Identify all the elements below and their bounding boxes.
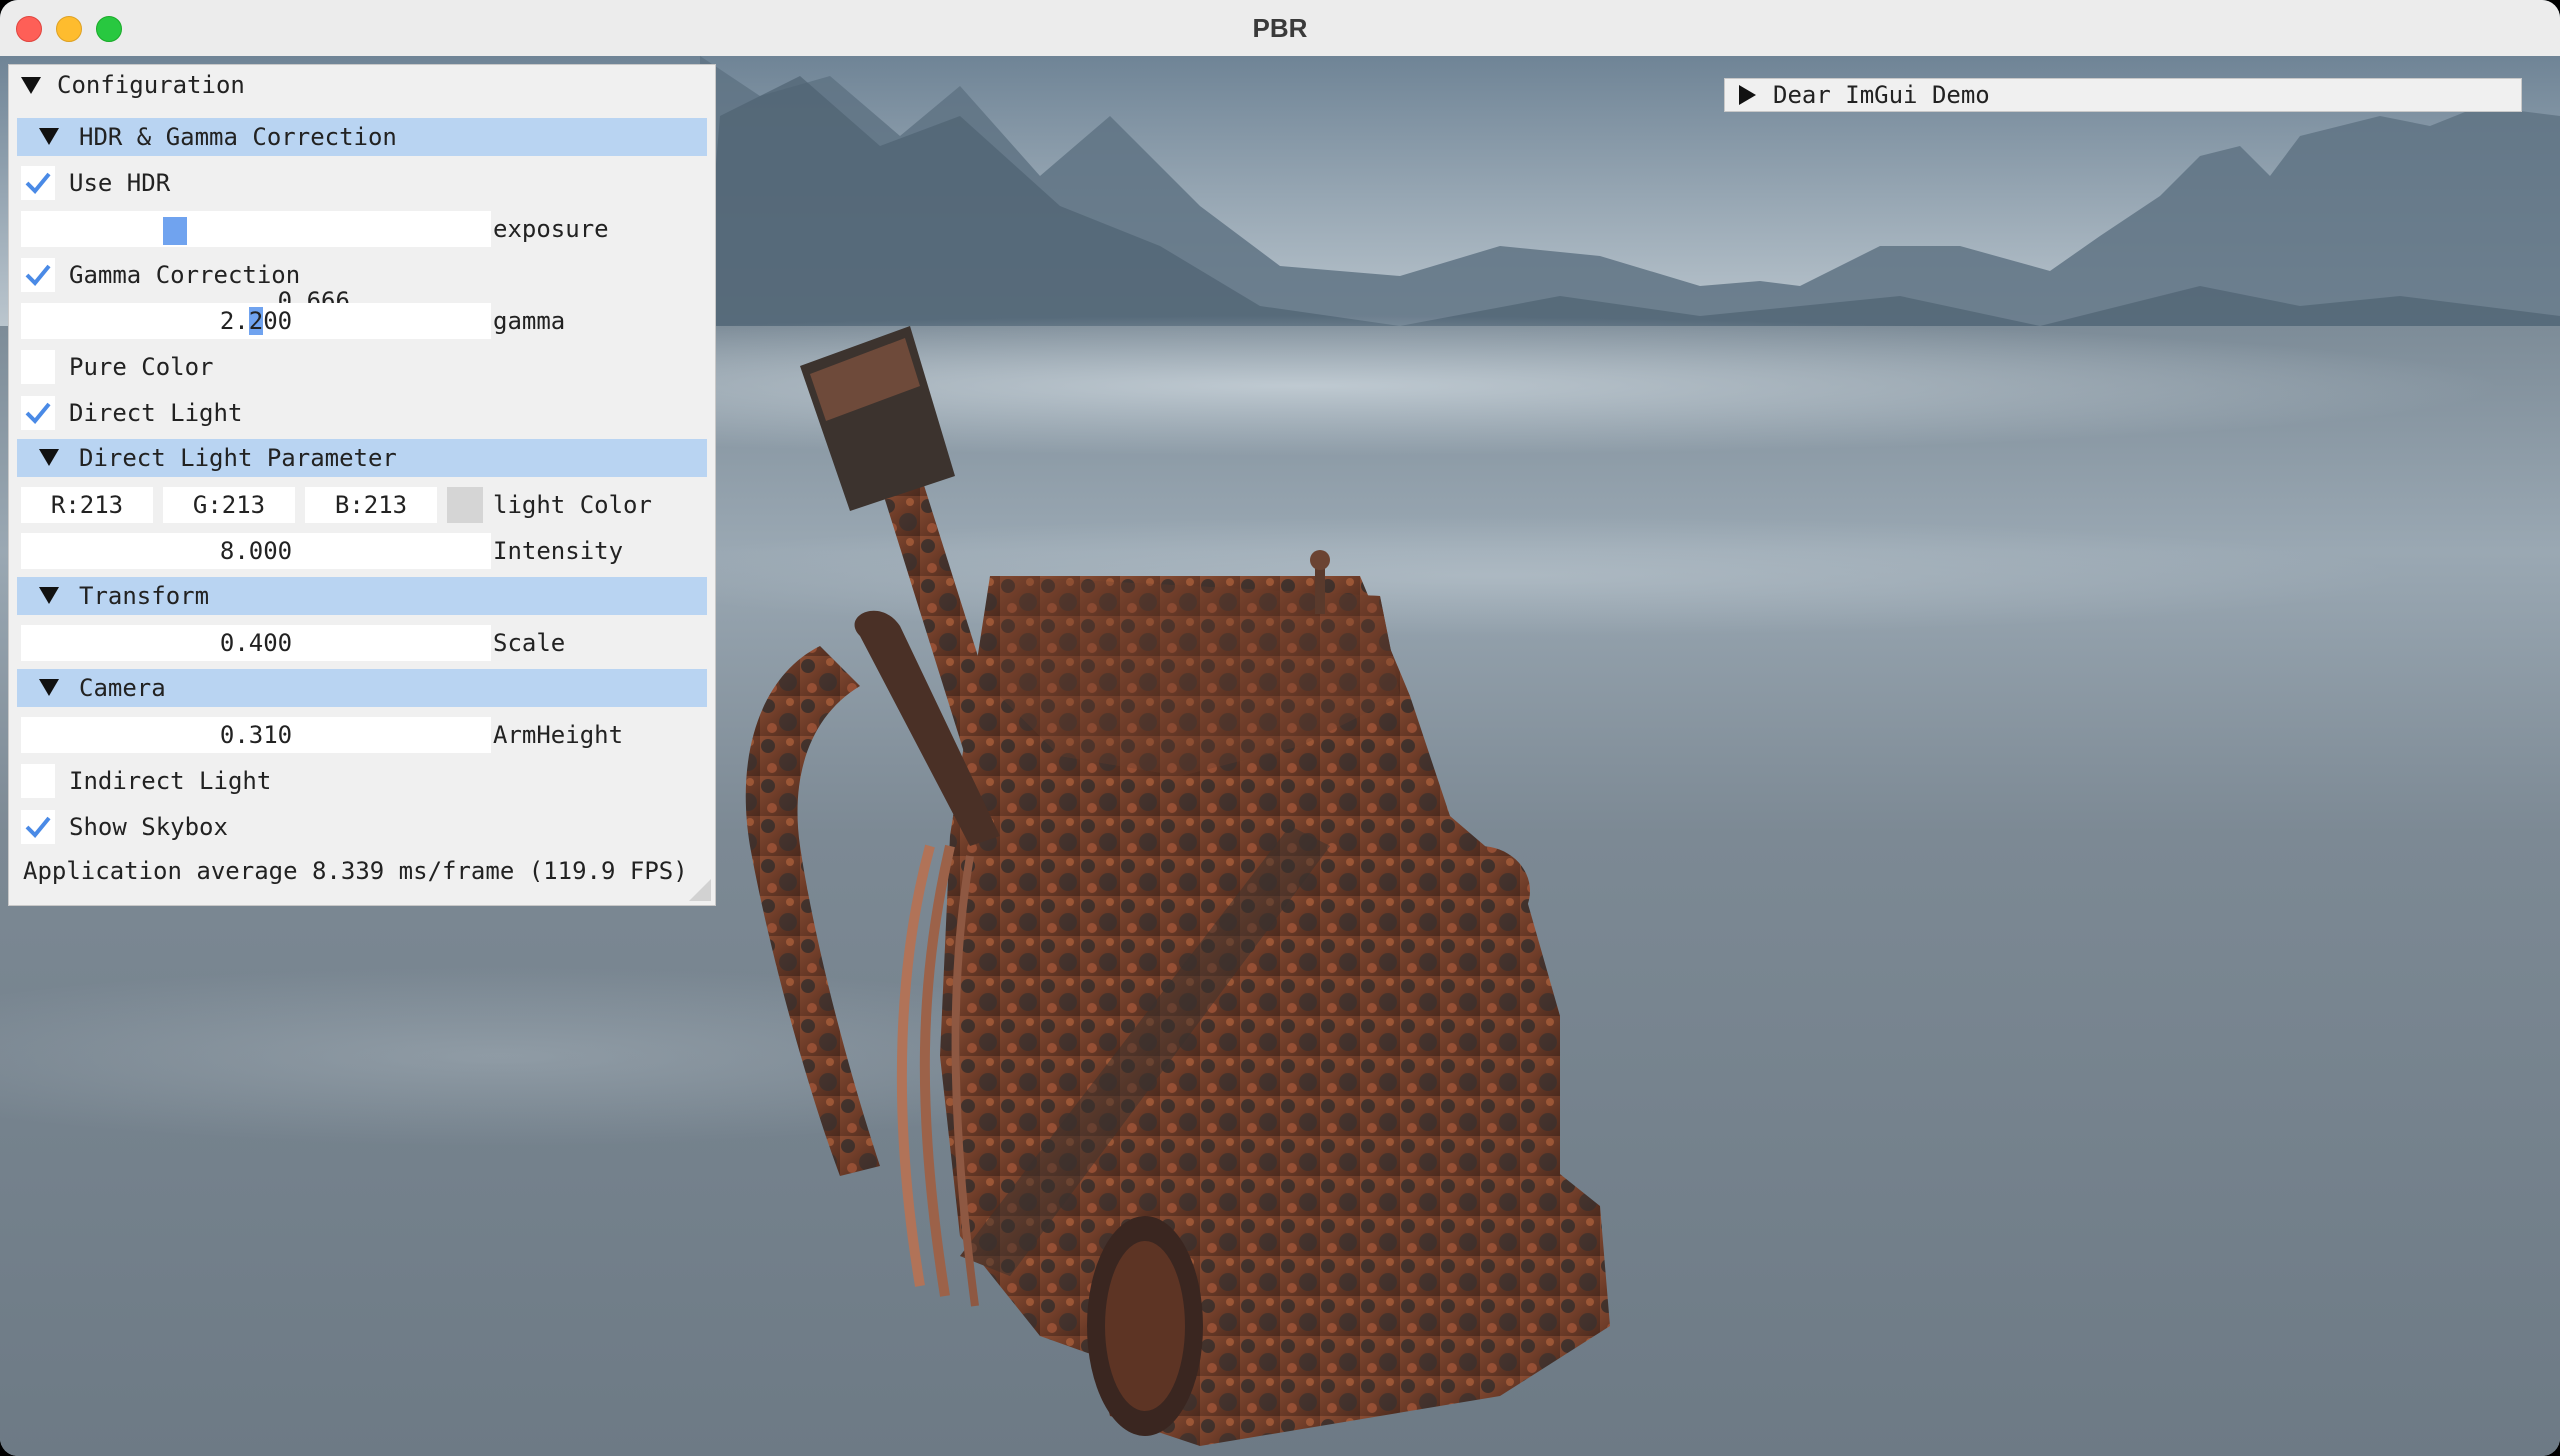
- light-color-swatch[interactable]: [447, 487, 483, 523]
- light-color-r-input[interactable]: R:213: [21, 487, 153, 523]
- use-hdr-checkbox[interactable]: [21, 166, 55, 200]
- direct-light-row[interactable]: Direct Light: [9, 393, 717, 433]
- window-title: PBR: [1252, 13, 1308, 43]
- light-color-g-input[interactable]: G:213: [163, 487, 295, 523]
- section-hdr-gamma-label: HDR & Gamma Correction: [79, 123, 397, 151]
- section-direct-light-parameter-label: Direct Light Parameter: [79, 444, 397, 472]
- section-hdr-gamma[interactable]: HDR & Gamma Correction: [17, 118, 707, 156]
- configuration-titlebar[interactable]: Configuration: [9, 65, 717, 105]
- gamma-text-selection: 2: [248, 307, 264, 335]
- indirect-light-label: Indirect Light: [69, 767, 272, 795]
- use-hdr-label: Use HDR: [69, 169, 171, 197]
- pure-color-label: Pure Color: [69, 353, 214, 381]
- collapse-arrow-icon[interactable]: [39, 587, 59, 604]
- section-transform-label: Transform: [79, 582, 210, 610]
- arm-height-row: 0.310 ArmHeight: [9, 715, 717, 755]
- section-direct-light-parameter[interactable]: Direct Light Parameter: [17, 439, 707, 477]
- checkmark-icon: [25, 172, 51, 194]
- scale-input[interactable]: 0.400: [21, 625, 491, 661]
- gamma-row: 2.200 gamma: [9, 301, 717, 341]
- exposure-slider[interactable]: 0.666: [21, 211, 491, 315]
- collapse-arrow-icon[interactable]: [39, 449, 59, 466]
- fps-readout: Application average 8.339 ms/frame (119.…: [23, 857, 688, 885]
- scale-row: 0.400 Scale: [9, 623, 717, 663]
- light-color-b-input[interactable]: B:213: [305, 487, 437, 523]
- title-bar: PBR: [0, 0, 2560, 57]
- resize-grip[interactable]: [689, 879, 711, 901]
- gamma-correction-label: Gamma Correction: [69, 261, 301, 289]
- light-color-row: R:213 G:213 B:213 light Color: [9, 485, 717, 525]
- arm-height-label: ArmHeight: [493, 721, 624, 749]
- exposure-slider-grab[interactable]: [163, 217, 187, 245]
- direct-light-checkbox[interactable]: [21, 396, 55, 430]
- pure-color-checkbox[interactable]: [21, 350, 55, 384]
- intensity-input[interactable]: 8.000: [21, 533, 491, 569]
- section-transform[interactable]: Transform: [17, 577, 707, 615]
- exposure-row: 0.666 exposure: [9, 209, 717, 315]
- gamma-value-prefix: 2.: [219, 307, 249, 335]
- checkmark-icon: [25, 402, 51, 424]
- exposure-label: exposure: [493, 215, 609, 243]
- expand-arrow-icon[interactable]: [1739, 85, 1756, 105]
- collapse-arrow-icon[interactable]: [39, 128, 59, 145]
- gamma-input[interactable]: 2.200: [21, 303, 491, 339]
- checkmark-icon: [25, 264, 51, 286]
- collapse-arrow-icon[interactable]: [21, 77, 41, 94]
- indirect-light-row[interactable]: Indirect Light: [9, 761, 717, 801]
- collapse-arrow-icon[interactable]: [39, 679, 59, 696]
- gamma-correction-checkbox[interactable]: [21, 258, 55, 292]
- intensity-row: 8.000 Intensity: [9, 531, 717, 571]
- gamma-value-suffix: 00: [263, 307, 293, 335]
- app-window: PBR Configuration HDR & Gamma Correction…: [0, 0, 2560, 1456]
- configuration-window[interactable]: Configuration HDR & Gamma Correction Use…: [8, 64, 716, 906]
- imgui-demo-window[interactable]: Dear ImGui Demo: [1724, 78, 2522, 112]
- indirect-light-checkbox[interactable]: [21, 764, 55, 798]
- configuration-title: Configuration: [57, 71, 245, 99]
- intensity-label: Intensity: [493, 537, 624, 565]
- show-skybox-label: Show Skybox: [69, 813, 228, 841]
- checkmark-icon: [25, 816, 51, 838]
- light-color-label: light Color: [493, 491, 652, 519]
- imgui-demo-title: Dear ImGui Demo: [1773, 81, 1990, 109]
- direct-light-label: Direct Light: [69, 399, 243, 427]
- section-camera[interactable]: Camera: [17, 669, 707, 707]
- pure-color-row[interactable]: Pure Color: [9, 347, 717, 387]
- show-skybox-checkbox[interactable]: [21, 810, 55, 844]
- arm-height-input[interactable]: 0.310: [21, 717, 491, 753]
- use-hdr-row[interactable]: Use HDR: [9, 163, 717, 203]
- gamma-label: gamma: [493, 307, 566, 335]
- show-skybox-row[interactable]: Show Skybox: [9, 807, 717, 847]
- gamma-correction-row[interactable]: Gamma Correction: [9, 255, 717, 295]
- section-camera-label: Camera: [79, 674, 166, 702]
- scale-label: Scale: [493, 629, 566, 657]
